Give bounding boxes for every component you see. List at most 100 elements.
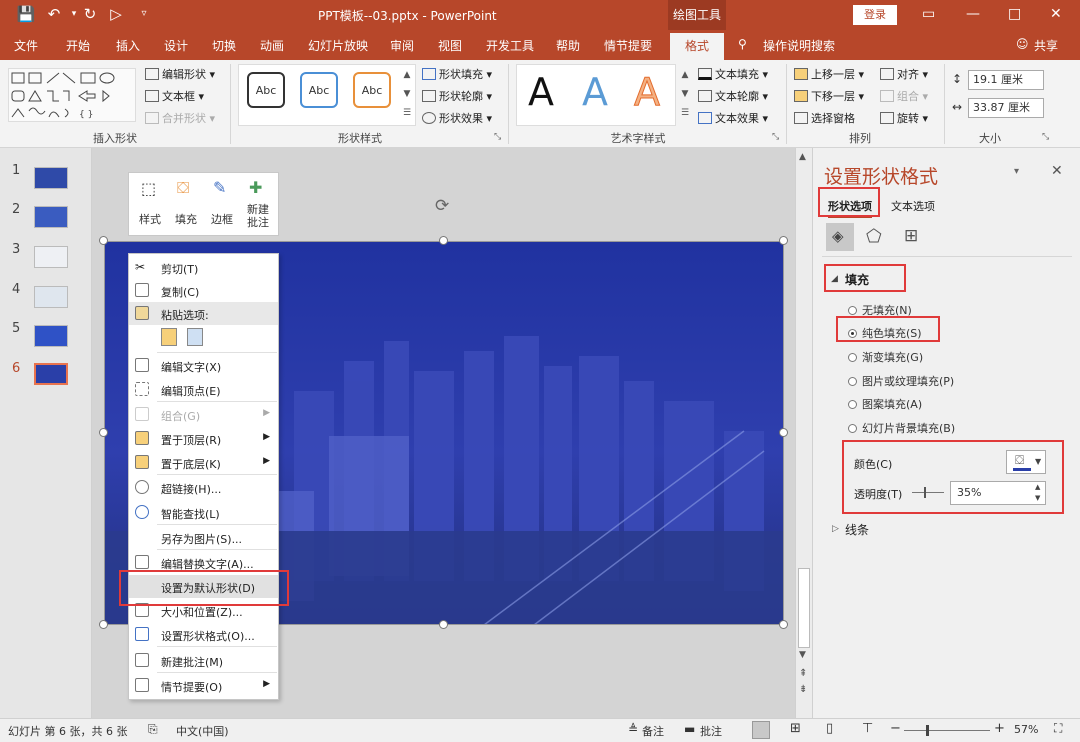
menu-item-copy[interactable]: 复制(C): [129, 279, 278, 302]
resize-handle[interactable]: [439, 236, 448, 245]
share-button[interactable]: 共享: [1034, 37, 1058, 54]
scroll-up-icon[interactable]: ▲: [799, 152, 806, 162]
rotate-handle-icon[interactable]: ⟳: [435, 196, 449, 216]
wordart-preset-black[interactable]: A: [528, 70, 554, 114]
shape-height-input[interactable]: 19.1 厘米: [968, 70, 1044, 90]
size-properties-icon[interactable]: ⊞: [904, 226, 918, 246]
present-icon[interactable]: ▷: [106, 5, 126, 23]
menu-item-smart-lookup[interactable]: 智能查找(L): [129, 501, 278, 524]
slide-thumbnail-5[interactable]: [34, 325, 68, 347]
menu-item-save-as-picture[interactable]: 另存为图片(S)...: [129, 526, 278, 549]
pane-close-icon[interactable]: ✕: [1051, 163, 1063, 179]
menu-item-send-to-back[interactable]: 置于底层(K) ▶: [129, 451, 278, 474]
selection-pane-button[interactable]: 选择窗格: [794, 110, 855, 126]
fill-option-gradient[interactable]: 渐变填充(G): [848, 349, 923, 365]
menu-item-new-comment[interactable]: 新建批注(M): [129, 649, 278, 672]
style-icon[interactable]: ⬚: [141, 179, 156, 198]
border-pen-icon[interactable]: ✎: [213, 178, 226, 197]
merge-shapes-button[interactable]: 合并形状 ▾: [145, 110, 215, 126]
close-window-icon[interactable]: ✕: [1050, 6, 1062, 22]
send-backward-button[interactable]: 下移一层 ▾: [794, 88, 864, 104]
wordart-launcher-icon[interactable]: ⤡: [772, 132, 779, 142]
wordart-preset-blue[interactable]: A: [582, 70, 608, 114]
tab-animations[interactable]: 动画: [260, 37, 284, 54]
slide-sorter-icon[interactable]: ⊞: [790, 721, 801, 736]
zoom-level[interactable]: 57%: [1014, 723, 1038, 736]
menu-item-storyboard[interactable]: 情节提要(O) ▶: [129, 674, 278, 697]
slide-thumbnail-6[interactable]: [34, 363, 68, 385]
slideshow-view-icon[interactable]: ⊤: [862, 721, 873, 736]
tab-view[interactable]: 视图: [438, 37, 462, 54]
tab-format[interactable]: 格式: [670, 33, 724, 60]
new-comment-icon[interactable]: ✚: [249, 178, 262, 197]
scroll-thumb[interactable]: [798, 568, 810, 648]
resize-handle[interactable]: [99, 620, 108, 629]
menu-item-format-shape[interactable]: 设置形状格式(O)...: [129, 623, 278, 646]
tab-developer[interactable]: 开发工具: [486, 37, 534, 54]
tab-review[interactable]: 审阅: [390, 37, 414, 54]
wordart-preset-orange[interactable]: A: [634, 70, 661, 115]
shape-styles-launcher-icon[interactable]: ⤡: [494, 132, 501, 142]
tab-design[interactable]: 设计: [164, 37, 188, 54]
customize-qat-icon[interactable]: ▿: [134, 8, 154, 19]
fill-option-picture[interactable]: 图片或纹理填充(P): [848, 373, 954, 389]
fill-bucket-icon[interactable]: ⛋: [177, 178, 189, 198]
redo-icon[interactable]: ↻: [80, 5, 100, 23]
tab-transitions[interactable]: 切换: [212, 37, 236, 54]
shapes-gallery[interactable]: { }: [8, 68, 136, 122]
menu-item-bring-to-front[interactable]: 置于顶层(R) ▶: [129, 427, 278, 450]
line-section-header[interactable]: 线条: [845, 521, 869, 538]
pane-options-icon[interactable]: ▾: [1014, 166, 1019, 177]
slide-thumbnail-3[interactable]: [34, 246, 68, 268]
tab-insert[interactable]: 插入: [116, 37, 140, 54]
zoom-slider[interactable]: [904, 725, 990, 736]
menu-item-edit-points[interactable]: 编辑顶点(E): [129, 378, 278, 401]
fill-option-pattern[interactable]: 图案填充(A): [848, 396, 922, 412]
fit-to-window-icon[interactable]: ⛶: [1054, 721, 1062, 736]
tell-me-search[interactable]: 操作说明搜索: [763, 37, 835, 54]
align-button[interactable]: 对齐 ▾: [880, 66, 928, 82]
reading-view-icon[interactable]: ▯: [826, 721, 833, 736]
text-fill-button[interactable]: 文本填充 ▾: [698, 66, 768, 82]
paste-as-picture-icon[interactable]: [187, 328, 203, 346]
text-effects-button[interactable]: 文本效果 ▾: [698, 110, 768, 126]
menu-item-group[interactable]: 组合(G) ▶: [129, 403, 278, 426]
bring-forward-button[interactable]: 上移一层 ▾: [794, 66, 864, 82]
tab-text-options[interactable]: 文本选项: [891, 198, 935, 214]
shape-styles-scroll[interactable]: ▲ ▼ ☰: [400, 66, 414, 124]
menu-item-hyperlink[interactable]: 超链接(H)...: [129, 476, 278, 499]
normal-view-icon[interactable]: [752, 721, 770, 739]
minimize-icon[interactable]: —: [966, 6, 980, 22]
slide-thumbnail-2[interactable]: [34, 206, 68, 228]
zoom-out-icon[interactable]: −: [890, 721, 901, 736]
paste-keep-source-icon[interactable]: [161, 328, 177, 346]
language-indicator[interactable]: 中文(中国): [176, 723, 229, 739]
slide-thumbnail-1[interactable]: [34, 167, 68, 189]
shape-style-preset-1[interactable]: Abc: [247, 72, 285, 108]
shape-outline-button[interactable]: 形状轮廓 ▾: [422, 88, 492, 104]
shape-style-preset-2[interactable]: Abc: [300, 72, 338, 108]
shape-style-preset-3[interactable]: Abc: [353, 72, 391, 108]
text-box-button[interactable]: 文本框 ▾: [145, 88, 204, 104]
shape-width-input[interactable]: 33.87 厘米: [968, 98, 1044, 118]
scroll-down-icon[interactable]: ▼: [799, 650, 806, 660]
notes-button[interactable]: 备注: [642, 723, 664, 739]
tab-storyboard[interactable]: 情节提要: [604, 37, 652, 54]
spell-check-icon[interactable]: ⎘: [148, 722, 158, 737]
save-icon[interactable]: 💾: [16, 5, 36, 23]
undo-icon[interactable]: ↶: [44, 5, 64, 23]
rotate-button[interactable]: 旋转 ▾: [880, 110, 928, 126]
effects-pentagon-icon[interactable]: ⬠: [866, 226, 882, 247]
resize-handle[interactable]: [779, 428, 788, 437]
fill-line-category[interactable]: ◈: [826, 223, 854, 251]
resize-handle[interactable]: [99, 428, 108, 437]
tab-slideshow[interactable]: 幻灯片放映: [308, 37, 368, 54]
fill-option-slide-background[interactable]: 幻灯片背景填充(B): [848, 420, 955, 436]
menu-item-cut[interactable]: ✂ 剪切(T): [129, 256, 278, 279]
comments-button[interactable]: 批注: [700, 723, 722, 739]
maximize-icon[interactable]: □: [1008, 6, 1021, 22]
tab-file[interactable]: 文件: [14, 37, 38, 54]
previous-slide-icon[interactable]: ⇞: [799, 668, 807, 679]
slide-scrollbar[interactable]: ▲ ▼ ⇞ ⇟: [795, 148, 812, 718]
size-launcher-icon[interactable]: ⤡: [1042, 132, 1049, 142]
